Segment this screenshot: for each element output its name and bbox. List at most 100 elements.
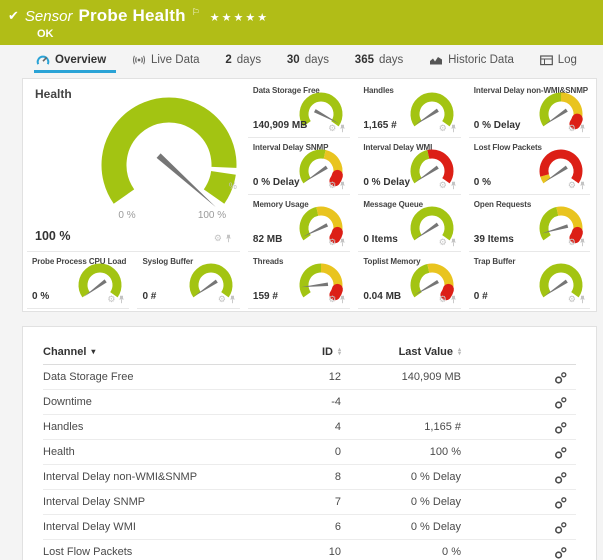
gear-icon[interactable]: ⚙ [218, 295, 226, 304]
tab-label: days [237, 54, 261, 66]
channel-settings-icon[interactable] [554, 546, 568, 559]
channel-name[interactable]: Handles [43, 421, 231, 433]
pin-icon[interactable] [579, 124, 586, 133]
gauge-cell[interactable]: Open Requests39 Items⚙ [469, 195, 590, 252]
tab-label: days [305, 54, 329, 66]
gear-icon[interactable]: ⚙ [328, 238, 336, 247]
gear-icon[interactable]: ⚙ [328, 124, 336, 133]
gear-icon[interactable]: ⚙ [328, 181, 336, 190]
table-row[interactable]: Handles41,165 # [43, 415, 576, 440]
gear-icon[interactable]: ⚙ [568, 295, 576, 304]
tab-historic-data[interactable]: Historic Data [427, 50, 524, 73]
channel-name[interactable]: Lost Flow Packets [43, 546, 231, 558]
tab-365-days[interactable]: 365 days [353, 50, 413, 73]
column-header-channel[interactable]: Channel ▾ [43, 346, 231, 358]
gauge-value: 0 % [32, 291, 49, 302]
table-row[interactable]: Health0100 % [43, 440, 576, 465]
pin-icon[interactable] [118, 295, 125, 304]
channel-name[interactable]: Health [43, 446, 231, 458]
channel-settings-icon[interactable] [554, 371, 568, 384]
gauge-value: 39 Items [474, 234, 514, 245]
pin-icon[interactable] [579, 238, 586, 247]
pin-icon[interactable] [339, 181, 346, 190]
gauge-value: 0 % Delay [363, 177, 410, 188]
channel-last-value: 0 % Delay [341, 496, 461, 508]
channel-last-value: 0 % [341, 546, 461, 558]
tab-number: 2 [225, 54, 231, 66]
pin-icon[interactable] [450, 181, 457, 190]
pin-icon[interactable] [339, 238, 346, 247]
pin-icon[interactable] [450, 124, 457, 133]
table-row[interactable]: Interval Delay SNMP70 % Delay [43, 490, 576, 515]
channel-name[interactable]: Interval Delay non-WMI&SNMP [43, 471, 231, 483]
gauge-cell[interactable]: Handles1,165 #⚙ [358, 81, 460, 138]
channel-settings-icon[interactable] [554, 396, 568, 409]
priority-stars[interactable]: ★★★★★ [210, 11, 269, 24]
gear-icon[interactable]: ⚙ [214, 234, 222, 243]
channel-name[interactable]: Interval Delay WMI [43, 521, 231, 533]
gear-icon[interactable]: ⚙ [568, 238, 576, 247]
gauge-cell[interactable]: Data Storage Free140,909 MB⚙ [248, 81, 350, 138]
tab-overview[interactable]: Overview [34, 50, 116, 73]
tab-label: Overview [55, 54, 106, 66]
gear-icon[interactable]: ⚙ [439, 181, 447, 190]
gear-icon[interactable]: ⚙ [568, 124, 576, 133]
channel-settings-icon[interactable] [554, 521, 568, 534]
table-row[interactable]: Interval Delay WMI60 % Delay [43, 515, 576, 540]
gauge-cell[interactable]: Probe Process CPU Load0 %⚙ [27, 252, 129, 309]
pin-icon[interactable] [229, 295, 236, 304]
gear-icon[interactable]: ⚙ [439, 295, 447, 304]
tab-log[interactable]: Log [538, 50, 587, 73]
channel-last-value: 100 % [341, 446, 461, 458]
channel-id: 6 [231, 521, 341, 533]
pin-icon[interactable] [225, 234, 232, 243]
tab-live-data[interactable]: Live Data [130, 50, 210, 73]
sensor-header: ✔ Sensor Probe Health ⚐ ★★★★★ OK [0, 0, 603, 45]
gauge-cell[interactable]: Syslog Buffer0 #⚙ [137, 252, 239, 309]
channel-id: 12 [231, 371, 341, 383]
channel-settings-icon[interactable] [554, 496, 568, 509]
gauge-cell[interactable]: Threads159 #⚙ [248, 252, 350, 309]
tab-label: days [379, 54, 403, 66]
gauge-cell[interactable]: Interval Delay SNMP0 % Delay⚙ [248, 138, 350, 195]
tab-number: 365 [355, 54, 374, 66]
channel-settings-icon[interactable] [554, 471, 568, 484]
gear-icon[interactable]: ⚙ [439, 124, 447, 133]
gauge-cell[interactable]: Trap Buffer0 #⚙ [469, 252, 590, 309]
column-header-last-value[interactable]: Last Value ▴▾ [341, 346, 461, 358]
gauge-cell[interactable]: Toplist Memory0.04 MB⚙ [358, 252, 460, 309]
column-header-id[interactable]: ID ▴▾ [231, 346, 341, 358]
channel-name[interactable]: Interval Delay SNMP [43, 496, 231, 508]
flag-icon[interactable]: ⚐ [192, 7, 200, 18]
table-row[interactable]: Interval Delay non-WMI&SNMP80 % Delay [43, 465, 576, 490]
pin-icon[interactable] [579, 181, 586, 190]
health-gauge-cell[interactable]: Health 0 % 100 % % 100 % ⚙ [27, 81, 240, 252]
pin-icon[interactable] [450, 238, 457, 247]
tab-2-days[interactable]: 2 days [223, 50, 271, 73]
table-row[interactable]: Data Storage Free12140,909 MB [43, 365, 576, 390]
gear-icon[interactable]: ⚙ [568, 181, 576, 190]
channel-settings-icon[interactable] [554, 446, 568, 459]
gear-icon[interactable]: ⚙ [107, 295, 115, 304]
pin-icon[interactable] [579, 295, 586, 304]
channel-settings-icon[interactable] [554, 421, 568, 434]
gauge-cell[interactable]: Memory Usage82 MB⚙ [248, 195, 350, 252]
channel-name[interactable]: Downtime [43, 396, 231, 408]
gauge-cell[interactable]: Message Queue0 Items⚙ [358, 195, 460, 252]
gauge-cell[interactable]: Interval Delay WMI0 % Delay⚙ [358, 138, 460, 195]
status-check-icon: ✔ [8, 8, 19, 24]
pin-icon[interactable] [339, 295, 346, 304]
gear-icon[interactable]: ⚙ [328, 295, 336, 304]
table-row[interactable]: Lost Flow Packets100 % [43, 540, 576, 560]
channel-name[interactable]: Data Storage Free [43, 371, 231, 383]
gauge-value: 0 # [474, 291, 488, 302]
gauge-cell[interactable]: Lost Flow Packets0 %⚙ [469, 138, 590, 195]
gauge-cell[interactable]: Interval Delay non-WMI&SNMP0 % Delay⚙ [469, 81, 590, 138]
gear-icon[interactable]: ⚙ [439, 238, 447, 247]
pin-icon[interactable] [339, 124, 346, 133]
gauge-value: 100 % [35, 229, 70, 243]
tab-30-days[interactable]: 30 days [285, 50, 339, 73]
pin-icon[interactable] [450, 295, 457, 304]
gauge-value: 140,909 MB [253, 120, 307, 131]
table-row[interactable]: Downtime-4 [43, 390, 576, 415]
